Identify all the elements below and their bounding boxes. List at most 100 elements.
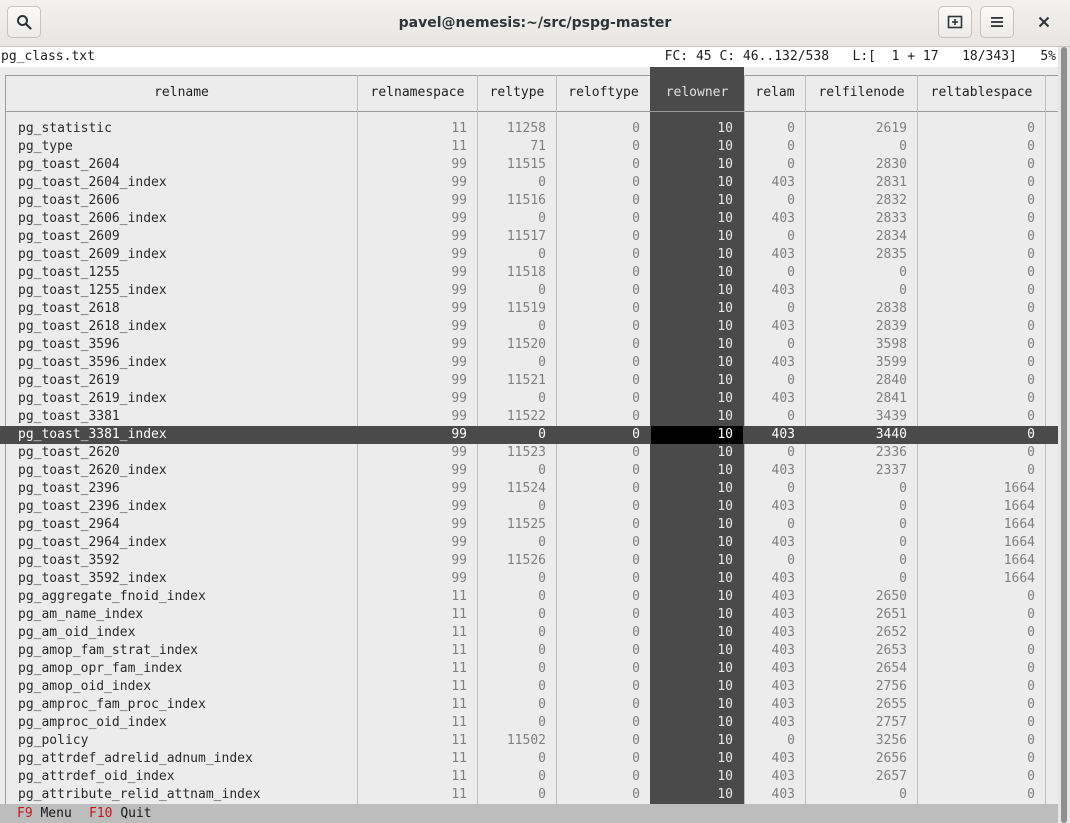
cell-reltablespace: 0 bbox=[1027, 283, 1035, 298]
cell-relowner: 10 bbox=[717, 157, 733, 172]
cell-relfilenode: 2830 bbox=[875, 157, 907, 172]
cell-relname: pg_toast_2619_index bbox=[18, 391, 167, 406]
cell-relfilenode: 2653 bbox=[875, 643, 907, 658]
cell-relname: pg_toast_3592 bbox=[18, 553, 120, 568]
f10-quit[interactable]: F10 Quit bbox=[89, 804, 152, 823]
column-header-reltablespace[interactable]: reltablespace bbox=[918, 75, 1045, 111]
cell-relam: 0 bbox=[787, 301, 795, 316]
cell-relfilenode: 2835 bbox=[875, 247, 907, 262]
cell-relfilenode: 2756 bbox=[875, 679, 907, 694]
scrollbar-thumb[interactable] bbox=[1061, 47, 1067, 823]
cell-relname: pg_toast_2964_index bbox=[18, 535, 167, 550]
column-header-label: relfilenode bbox=[818, 85, 905, 100]
cell-reloftype: 0 bbox=[632, 733, 640, 748]
cell-reltype: 71 bbox=[530, 139, 546, 154]
table-row[interactable]: pg_toast_3596 99 11520 0 10 0 3598 0 bbox=[0, 336, 1058, 354]
table-row[interactable]: pg_toast_2619_index 99 0 0 10 403 2841 0 bbox=[0, 390, 1058, 408]
table-row[interactable]: pg_toast_1255_index 99 0 0 10 403 0 0 bbox=[0, 282, 1058, 300]
table-row-cursor[interactable]: pg_toast_3381_index 99 0 0 10 403 3440 0 bbox=[0, 426, 1058, 444]
cell-relowner: 10 bbox=[717, 733, 733, 748]
column-header-relname[interactable]: relname bbox=[6, 75, 357, 111]
table-row[interactable]: pg_toast_3592 99 11526 0 10 0 0 1664 bbox=[0, 552, 1058, 570]
f9-menu[interactable]: F9 Menu bbox=[17, 804, 72, 823]
cell-reltablespace: 0 bbox=[1027, 211, 1035, 226]
table-row[interactable]: pg_toast_3592_index 99 0 0 10 403 0 1664 bbox=[0, 570, 1058, 588]
table-row[interactable]: pg_toast_2396 99 11524 0 10 0 0 1664 bbox=[0, 480, 1058, 498]
cell-relname: pg_toast_2618 bbox=[18, 301, 120, 316]
close-button[interactable] bbox=[1028, 6, 1060, 38]
table-row[interactable]: pg_toast_2609 99 11517 0 10 0 2834 0 bbox=[0, 228, 1058, 246]
table-row[interactable]: pg_type 11 71 0 10 0 0 0 bbox=[0, 138, 1058, 156]
table-row[interactable]: pg_aggregate_fnoid_index 11 0 0 10 403 2650 0 bbox=[0, 588, 1058, 606]
table-row[interactable]: pg_toast_2618_index 99 0 0 10 403 2839 0 bbox=[0, 318, 1058, 336]
cell-reltablespace: 0 bbox=[1027, 427, 1035, 442]
terminal-area[interactable]: pg_class.txt FC: 45 C: 46..132/538 L:[ 1… bbox=[0, 47, 1070, 823]
cell-relfilenode: 0 bbox=[899, 535, 907, 550]
header-bar: pavel@nemesis:~/src/pspg-master bbox=[0, 0, 1070, 47]
table-row[interactable]: pg_amop_opr_fam_index 11 0 0 10 403 2654 0 bbox=[0, 660, 1058, 678]
table-row[interactable]: pg_toast_3596_index 99 0 0 10 403 3599 0 bbox=[0, 354, 1058, 372]
search-icon bbox=[17, 15, 32, 30]
cell-reltablespace: 0 bbox=[1027, 643, 1035, 658]
cell-relfilenode: 2656 bbox=[875, 751, 907, 766]
table-row[interactable]: pg_toast_2606_index 99 0 0 10 403 2833 0 bbox=[0, 210, 1058, 228]
scrollbar[interactable] bbox=[1058, 47, 1070, 823]
table-row[interactable]: pg_attrdef_adrelid_adnum_index 11 0 0 10 403 2… bbox=[0, 750, 1058, 768]
table-row[interactable]: pg_statistic 11 11258 0 10 0 2619 0 bbox=[0, 120, 1058, 138]
table-row[interactable]: pg_toast_2604 99 11515 0 10 0 2830 0 bbox=[0, 156, 1058, 174]
new-tab-button[interactable] bbox=[938, 6, 972, 38]
column-header-relnamespace[interactable]: relnamespace bbox=[358, 75, 477, 111]
table-row[interactable]: pg_toast_2964_index 99 0 0 10 403 0 1664 bbox=[0, 534, 1058, 552]
table-row[interactable]: pg_am_name_index 11 0 0 10 403 2651 0 bbox=[0, 606, 1058, 624]
cell-relfilenode: 0 bbox=[899, 265, 907, 280]
table-row[interactable]: pg_amop_oid_index 11 0 0 10 403 2756 0 bbox=[0, 678, 1058, 696]
column-header-reloftype[interactable]: reloftype bbox=[557, 75, 650, 111]
table-row[interactable]: pg_attribute_relid_attnam_index 11 0 0 10 403… bbox=[0, 786, 1058, 804]
table-row[interactable]: pg_toast_2609_index 99 0 0 10 403 2835 0 bbox=[0, 246, 1058, 264]
cell-relname: pg_toast_2606_index bbox=[18, 211, 167, 226]
cell-reltablespace: 0 bbox=[1027, 409, 1035, 424]
table-row[interactable]: pg_toast_1255 99 11518 0 10 0 0 0 bbox=[0, 264, 1058, 282]
cell-reltype: 0 bbox=[538, 607, 546, 622]
menu-button[interactable] bbox=[980, 6, 1014, 38]
cell-relam: 403 bbox=[771, 211, 795, 226]
table-row[interactable]: pg_am_oid_index 11 0 0 10 403 2652 0 bbox=[0, 624, 1058, 642]
table-row[interactable]: pg_attrdef_oid_index 11 0 0 10 403 2657 0 bbox=[0, 768, 1058, 786]
cell-relfilenode: 2652 bbox=[875, 625, 907, 640]
cell-reloftype: 0 bbox=[632, 499, 640, 514]
cell-reltablespace: 0 bbox=[1027, 679, 1035, 694]
cell-relnamespace: 99 bbox=[451, 247, 467, 262]
column-header-relam[interactable]: relam bbox=[745, 75, 805, 111]
table-row[interactable]: pg_toast_2619 99 11521 0 10 0 2840 0 bbox=[0, 372, 1058, 390]
cell-relfilenode: 0 bbox=[899, 499, 907, 514]
table-row[interactable]: pg_amop_fam_strat_index 11 0 0 10 403 2653 0 bbox=[0, 642, 1058, 660]
cell-relam: 403 bbox=[771, 787, 795, 802]
table-row[interactable]: pg_amproc_fam_proc_index 11 0 0 10 403 2655 0 bbox=[0, 696, 1058, 714]
cell-relnamespace: 11 bbox=[451, 625, 467, 640]
table-row[interactable]: pg_toast_2618 99 11519 0 10 0 2838 0 bbox=[0, 300, 1058, 318]
table-row[interactable]: pg_toast_2620 99 11523 0 10 0 2336 0 bbox=[0, 444, 1058, 462]
cell-relowner: 10 bbox=[717, 229, 733, 244]
column-header-relowner[interactable]: relowner bbox=[651, 75, 743, 111]
cell-reltablespace: 0 bbox=[1027, 355, 1035, 370]
table-row[interactable]: pg_toast_2606 99 11516 0 10 0 2832 0 bbox=[0, 192, 1058, 210]
table-body[interactable]: pg_statistic 11 11258 0 10 0 2619 0 pg_type 11 71 0… bbox=[0, 120, 1058, 804]
search-button[interactable] bbox=[7, 6, 41, 38]
table-row[interactable]: pg_toast_2604_index 99 0 0 10 403 2831 0 bbox=[0, 174, 1058, 192]
table-row[interactable]: pg_toast_3381 99 11522 0 10 0 3439 0 bbox=[0, 408, 1058, 426]
table-row[interactable]: pg_toast_2396_index 99 0 0 10 403 0 1664 bbox=[0, 498, 1058, 516]
cell-relfilenode: 2834 bbox=[875, 229, 907, 244]
column-header-relfilenode[interactable]: relfilenode bbox=[806, 75, 917, 111]
cell-relam: 403 bbox=[771, 283, 795, 298]
cell-reltype: 0 bbox=[538, 697, 546, 712]
table-row[interactable]: pg_toast_2620_index 99 0 0 10 403 2337 0 bbox=[0, 462, 1058, 480]
cell-relfilenode: 0 bbox=[899, 139, 907, 154]
cell-relam: 403 bbox=[771, 643, 795, 658]
table-row[interactable]: pg_toast_2964 99 11525 0 10 0 0 1664 bbox=[0, 516, 1058, 534]
table-row[interactable]: pg_amproc_oid_index 11 0 0 10 403 2757 0 bbox=[0, 714, 1058, 732]
table-row[interactable]: pg_policy 11 11502 0 10 0 3256 0 bbox=[0, 732, 1058, 750]
column-header-reltype[interactable]: reltype bbox=[478, 75, 556, 111]
cell-reltype: 0 bbox=[538, 391, 546, 406]
cell-relam: 0 bbox=[787, 337, 795, 352]
cell-reltablespace: 0 bbox=[1027, 157, 1035, 172]
